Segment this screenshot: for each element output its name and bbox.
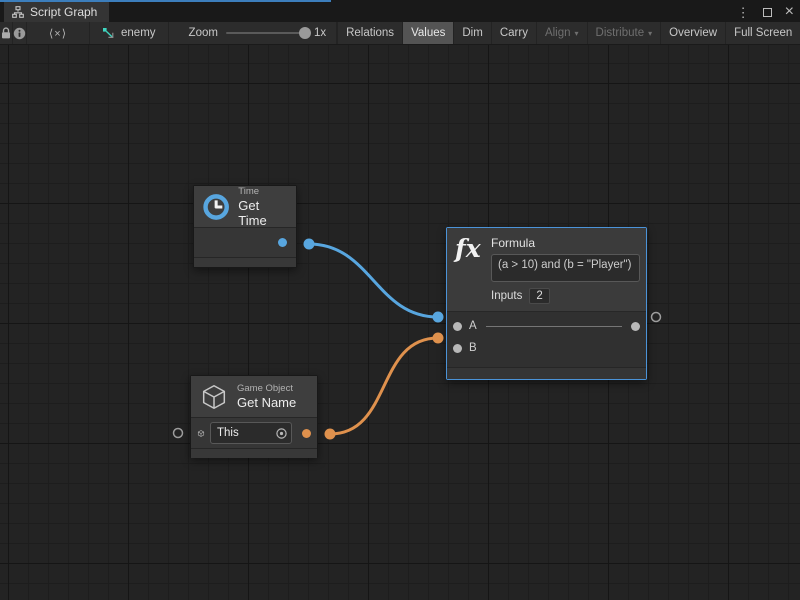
clock-icon: [202, 192, 230, 222]
node-formula-ports: A B: [447, 312, 646, 367]
node-get-name[interactable]: Game Object Get Name This: [190, 375, 318, 458]
relation-line: [486, 326, 622, 327]
graph-canvas[interactable]: Time Get Time fx Formula (a > 10) and (b…: [0, 45, 800, 600]
formula-fx-icon: fx: [455, 236, 491, 304]
info-icon: [13, 27, 26, 40]
align-label: Align: [545, 27, 571, 39]
dim-button[interactable]: Dim: [453, 22, 490, 44]
formula-expression-input[interactable]: (a > 10) and (b = "Player"): [491, 254, 640, 282]
wire-get-name-to-formula-b[interactable]: [330, 338, 438, 434]
overview-button[interactable]: Overview: [660, 22, 725, 44]
cube-port-icon: [197, 426, 205, 441]
target-object-value: This: [217, 427, 239, 439]
distribute-button[interactable]: Distribute ▾: [587, 22, 661, 44]
window-controls: ⋮ ×: [737, 2, 794, 22]
output-port[interactable]: [278, 238, 287, 247]
cube-icon: [199, 382, 229, 412]
align-button[interactable]: Align ▾: [536, 22, 587, 44]
wire-endpoint[interactable]: [325, 429, 336, 440]
close-icon[interactable]: ×: [785, 4, 794, 20]
wire-endpoint[interactable]: [304, 239, 315, 250]
node-get-time-footer: [194, 257, 296, 267]
lock-button[interactable]: [0, 22, 13, 44]
wire-endpoint[interactable]: [433, 333, 444, 344]
full-screen-button[interactable]: Full Screen: [725, 22, 800, 44]
tab-script-graph[interactable]: Script Graph: [4, 2, 109, 22]
angle-x-icon: ⟨×⟩: [35, 27, 81, 40]
toolbar-toggle-group: Relations Values Dim Carry Align ▾ Distr…: [337, 22, 800, 44]
node-title: Formula: [491, 236, 640, 250]
full-screen-label: Full Screen: [734, 27, 792, 39]
node-formula-footer: [447, 367, 646, 379]
node-get-time[interactable]: Time Get Time: [193, 185, 297, 268]
breadcrumb-graph[interactable]: enemy: [90, 22, 169, 44]
input-port-a-label: A: [469, 320, 477, 332]
graph-toolbar: ⟨×⟩ enemy Zoom 1x Relations Values: [0, 22, 800, 45]
node-title: Get Name: [237, 395, 296, 410]
inputs-count-field[interactable]: 2: [529, 288, 549, 304]
carry-button[interactable]: Carry: [491, 22, 536, 44]
tab-title: Script Graph: [30, 5, 97, 19]
tab-bar: Script Graph ⋮ ×: [0, 0, 800, 22]
output-port-inner[interactable]: [631, 322, 640, 331]
inputs-label: Inputs: [491, 290, 522, 302]
zoom-label: Zoom: [189, 27, 218, 39]
graph-hierarchy-icon: [12, 6, 24, 18]
carry-label: Carry: [500, 27, 528, 39]
breadcrumb-graph-name: enemy: [121, 27, 156, 39]
node-get-name-body: This: [191, 418, 317, 448]
values-label: Values: [411, 27, 445, 39]
zoom-slider[interactable]: [226, 32, 306, 34]
code-view-button[interactable]: ⟨×⟩: [27, 22, 90, 44]
zoom-control: Zoom 1x: [189, 22, 338, 44]
overview-label: Overview: [669, 27, 717, 39]
relations-label: Relations: [346, 27, 394, 39]
node-get-time-body: [194, 228, 296, 257]
relations-button[interactable]: Relations: [337, 22, 402, 44]
node-formula[interactable]: fx Formula (a > 10) and (b = "Player") I…: [446, 227, 647, 380]
maximize-icon[interactable]: [763, 8, 772, 17]
distribute-label: Distribute: [596, 27, 645, 39]
formula-output-port-unconnected[interactable]: [652, 313, 661, 322]
wire-get-time-to-formula-a[interactable]: [309, 244, 438, 317]
input-port-a[interactable]: [453, 322, 462, 331]
node-category: Game Object: [237, 383, 296, 395]
script-graph-window: Script Graph ⋮ × ⟨×⟩: [0, 0, 800, 600]
chevron-down-icon: ▾: [648, 29, 652, 38]
input-port-b[interactable]: [453, 344, 462, 353]
zoom-value: 1x: [314, 27, 326, 39]
get-name-input-port-unconnected[interactable]: [174, 429, 183, 438]
wire-endpoint[interactable]: [433, 312, 444, 323]
graph-asset-icon: [102, 27, 115, 39]
info-button[interactable]: [13, 22, 27, 44]
input-port-b-label: B: [469, 342, 477, 354]
object-picker-icon[interactable]: [275, 427, 288, 440]
target-object-field[interactable]: This: [210, 422, 292, 444]
dim-label: Dim: [462, 27, 482, 39]
lock-icon: [0, 26, 12, 40]
node-get-name-header[interactable]: Game Object Get Name: [191, 376, 317, 418]
connection-layer: [0, 45, 800, 600]
node-formula-header[interactable]: fx Formula (a > 10) and (b = "Player") I…: [447, 228, 646, 312]
node-get-time-header[interactable]: Time Get Time: [194, 186, 296, 228]
zoom-slider-handle[interactable]: [299, 27, 311, 39]
output-port[interactable]: [302, 429, 311, 438]
window-menu-icon[interactable]: ⋮: [737, 6, 750, 19]
node-get-name-footer: [191, 448, 317, 458]
port-row-a: A: [447, 315, 646, 337]
port-row-b: B: [447, 337, 646, 359]
node-category: Time: [238, 186, 288, 198]
chevron-down-icon: ▾: [575, 29, 579, 38]
node-title: Get Time: [238, 198, 288, 228]
values-button[interactable]: Values: [402, 22, 453, 44]
